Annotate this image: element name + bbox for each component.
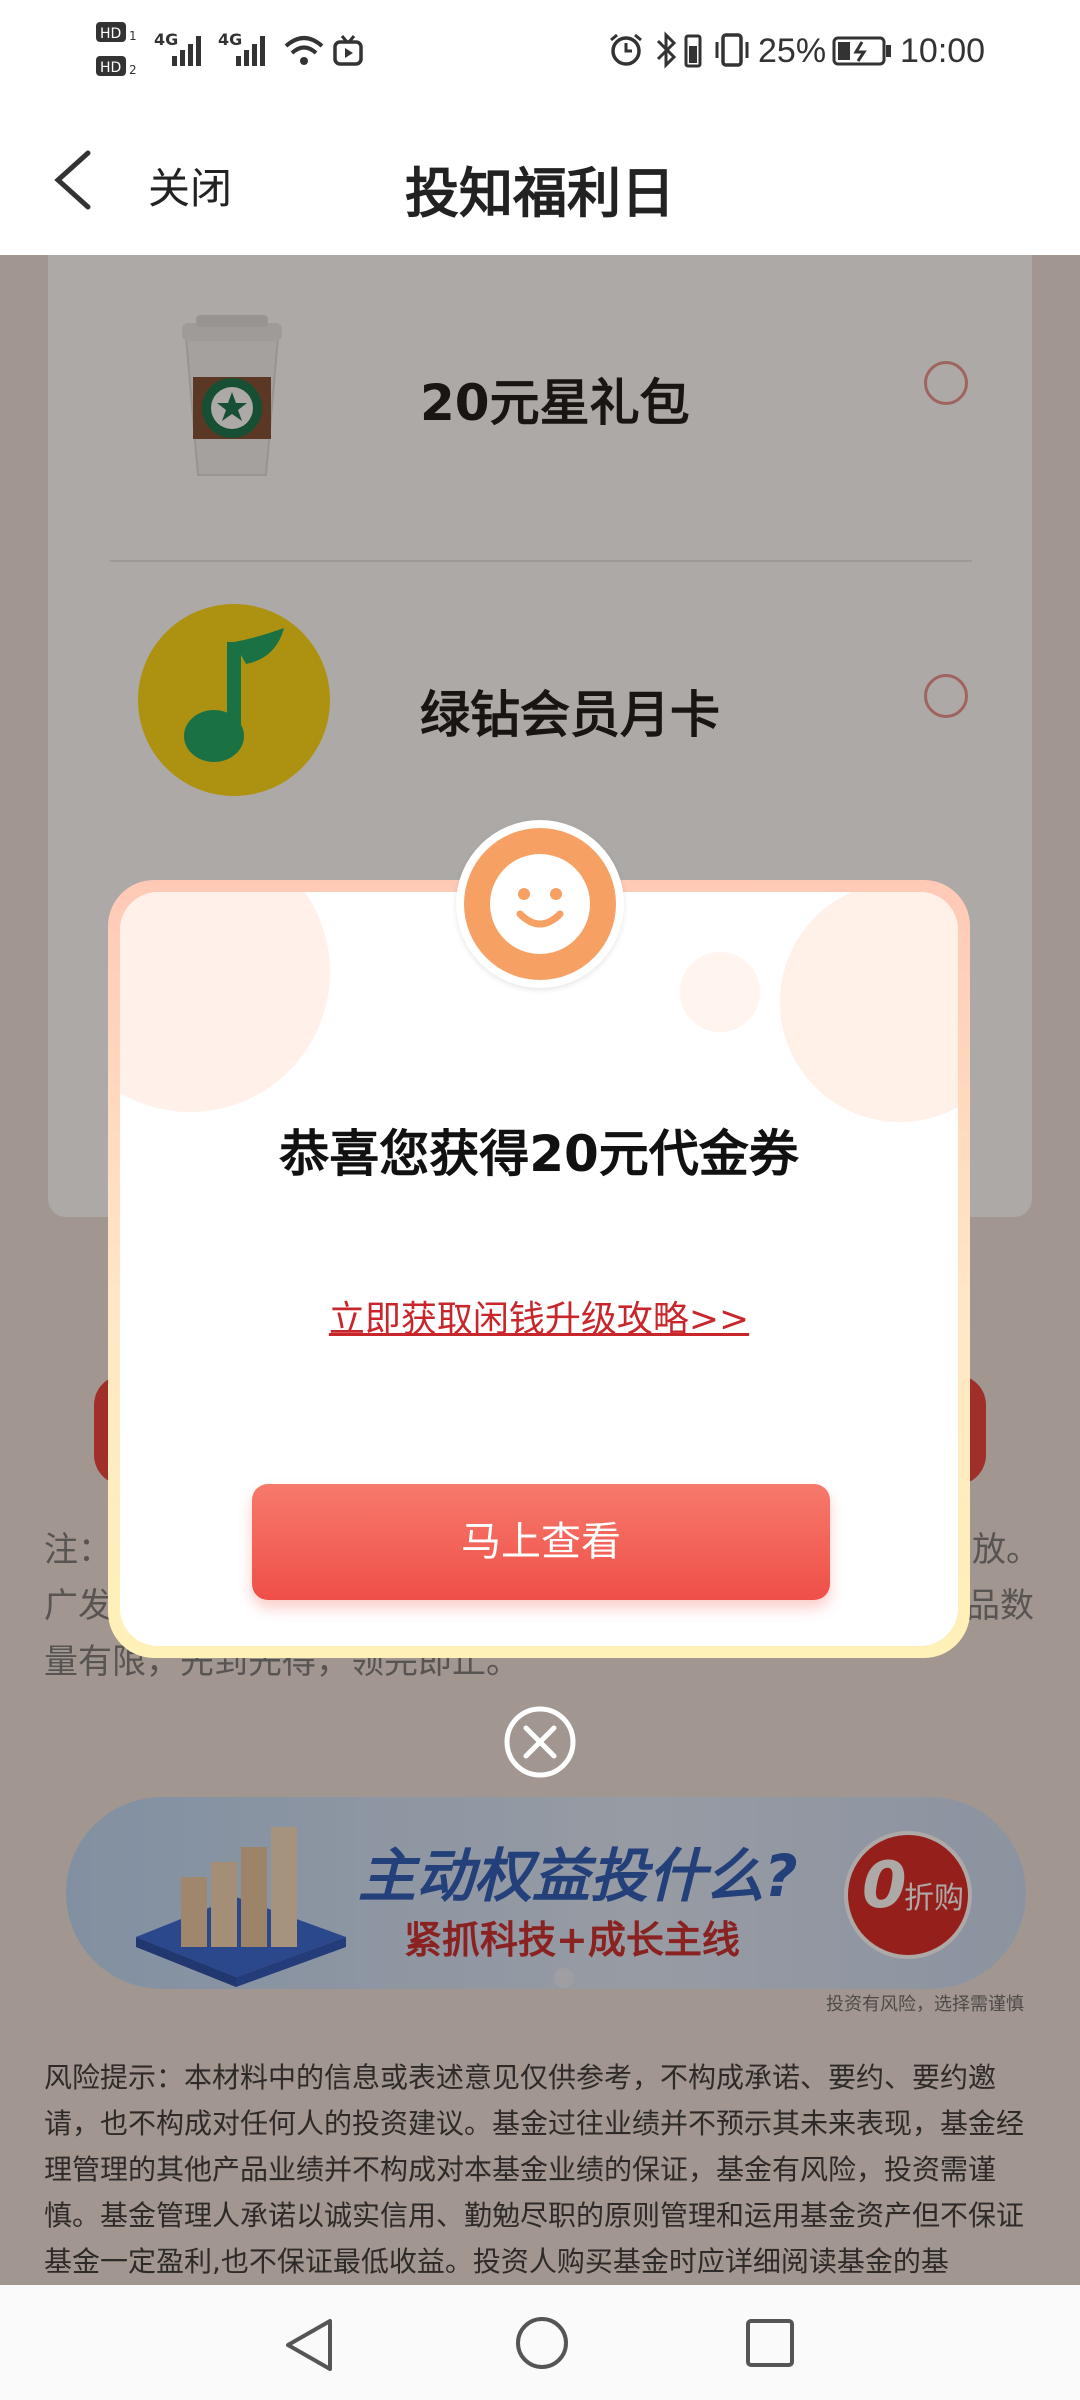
signal-icon [172, 36, 201, 66]
battery-icon [832, 36, 891, 66]
dialog-title: 恭喜您获得20元代金券 [279, 1125, 799, 1183]
svg-text:1: 1 [129, 29, 137, 43]
battery-percent: 25% [758, 32, 827, 70]
battery-small-icon [684, 34, 702, 68]
decor-circle [120, 892, 330, 1112]
wifi-icon [284, 36, 324, 65]
alarm-icon [610, 33, 642, 66]
strategy-link[interactable]: 立即获取闲钱升级攻略>> [120, 1290, 958, 1342]
vibrate-icon [715, 33, 749, 67]
tv-app-icon [333, 35, 363, 66]
status-bar: HD 1 HD 2 4G 4G 25% 10:00 [0, 0, 1080, 105]
bluetooth-icon [656, 31, 677, 69]
page-title: 投知福利日 [405, 162, 675, 225]
reward-dialog: 恭喜您获得20元代金券 立即获取闲钱升级攻略>> 马上查看 [108, 880, 970, 1658]
svg-text:2: 2 [129, 63, 137, 77]
recents-square-icon[interactable] [742, 2315, 798, 2371]
svg-text:HD: HD [100, 26, 121, 42]
clock: 10:00 [900, 32, 986, 70]
hd-sim-icon: HD 1 HD 2 [96, 22, 137, 77]
dialog-body: 恭喜您获得20元代金券 立即获取闲钱升级攻略>> 马上查看 [120, 892, 958, 1646]
signal-icon-2 [236, 36, 265, 66]
system-nav-bar [0, 2285, 1080, 2400]
back-triangle-icon[interactable] [282, 2315, 336, 2375]
close-dialog-icon[interactable] [502, 1704, 578, 1780]
decor-circle [680, 952, 760, 1032]
smiley-face-icon [464, 828, 616, 980]
svg-text:HD: HD [100, 60, 121, 76]
decor-circle [780, 892, 958, 1122]
top-nav-bar: 关闭 投知福利日 [0, 105, 1080, 255]
smiley-medallion [456, 820, 624, 988]
view-now-button[interactable]: 马上查看 [252, 1484, 830, 1600]
home-circle-icon[interactable] [512, 2313, 572, 2373]
